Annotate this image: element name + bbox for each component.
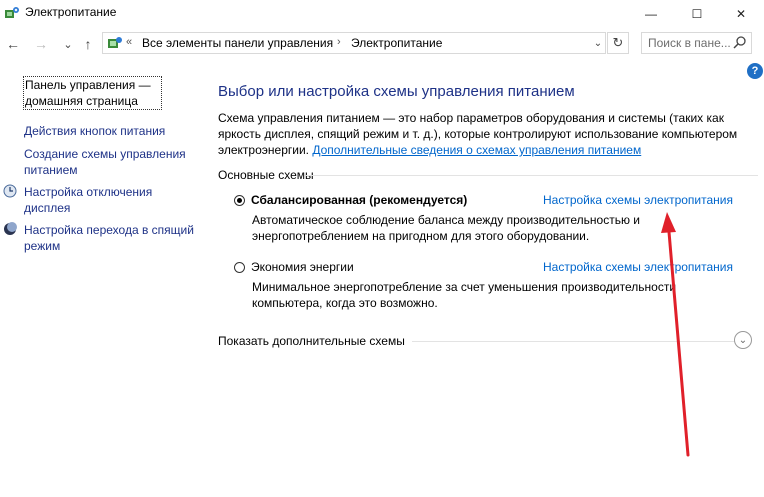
annotation-arrow (661, 212, 690, 457)
annotation-arrow-shaft (667, 230, 690, 457)
annotation-arrow-head (661, 212, 676, 233)
